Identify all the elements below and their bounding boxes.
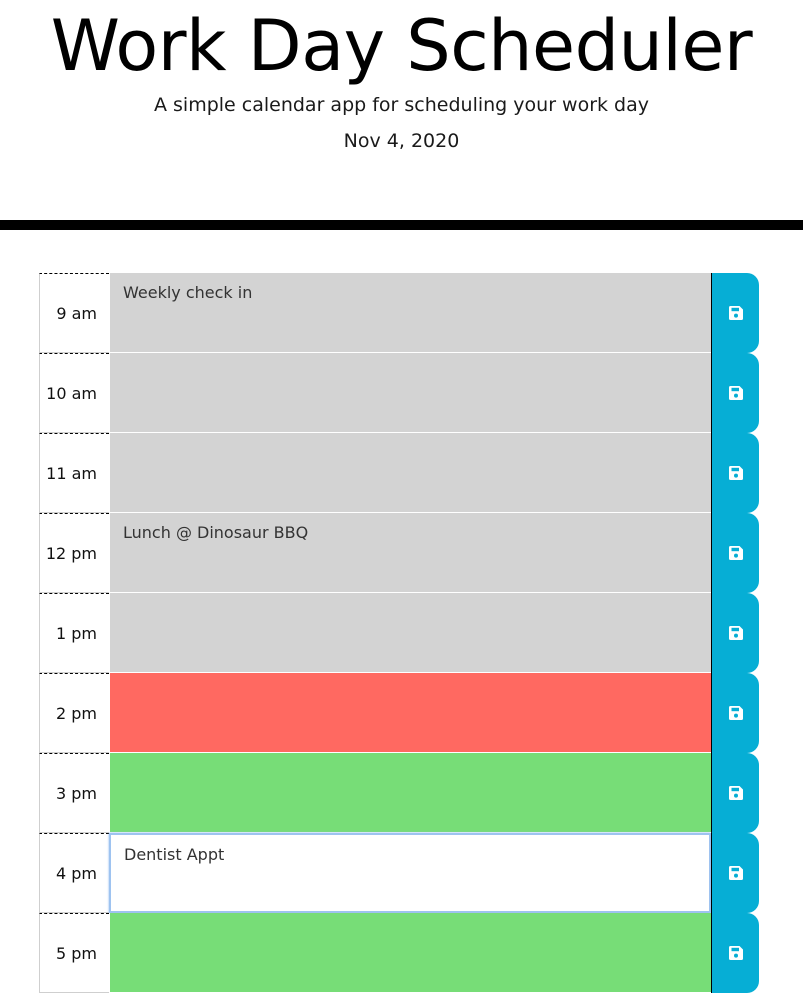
floppy-disk-icon — [728, 946, 743, 960]
save-button[interactable] — [711, 833, 759, 913]
time-block: 10 am — [39, 353, 759, 433]
hour-label: 4 pm — [39, 833, 109, 913]
time-block: 1 pm — [39, 593, 759, 673]
floppy-disk-icon — [728, 786, 743, 800]
time-block: 2 pm — [39, 673, 759, 753]
save-button[interactable] — [711, 513, 759, 593]
floppy-disk-icon — [728, 306, 743, 320]
hour-label: 11 am — [39, 433, 109, 513]
hour-label: 10 am — [39, 353, 109, 433]
event-description[interactable]: Weekly check in — [109, 273, 711, 353]
time-block: 11 am — [39, 433, 759, 513]
time-block: 3 pm — [39, 753, 759, 833]
floppy-disk-icon — [728, 386, 743, 400]
floppy-disk-icon — [728, 866, 743, 880]
header: Work Day Scheduler A simple calendar app… — [0, 0, 803, 230]
save-button[interactable] — [711, 273, 759, 353]
page-title: Work Day Scheduler — [50, 5, 753, 87]
event-description[interactable] — [109, 913, 711, 993]
floppy-disk-icon — [728, 706, 743, 720]
current-date: Nov 4, 2020 — [343, 130, 460, 152]
hour-label: 2 pm — [39, 673, 109, 753]
hour-label: 5 pm — [39, 913, 109, 993]
save-button[interactable] — [711, 753, 759, 833]
time-block: 9 am Weekly check in — [39, 273, 759, 353]
event-description[interactable] — [109, 673, 711, 753]
event-description[interactable]: Dentist Appt — [109, 833, 711, 913]
time-block: 5 pm — [39, 913, 759, 993]
hour-label: 1 pm — [39, 593, 109, 673]
save-button[interactable] — [711, 913, 759, 993]
hour-label: 3 pm — [39, 753, 109, 833]
save-button[interactable] — [711, 433, 759, 513]
floppy-disk-icon — [728, 546, 743, 560]
page-subtitle: A simple calendar app for scheduling you… — [153, 94, 650, 116]
save-button[interactable] — [711, 673, 759, 753]
hour-label: 12 pm — [39, 513, 109, 593]
scheduler: 9 am Weekly check in 10 am 11 am 12 pm L… — [39, 273, 759, 993]
hour-label: 9 am — [39, 273, 109, 353]
save-button[interactable] — [711, 593, 759, 673]
event-description[interactable] — [109, 353, 711, 433]
save-button[interactable] — [711, 353, 759, 433]
event-description[interactable] — [109, 753, 711, 833]
event-description[interactable]: Lunch @ Dinosaur BBQ — [109, 513, 711, 593]
time-block: 4 pm Dentist Appt — [39, 833, 759, 913]
event-description[interactable] — [109, 593, 711, 673]
time-block: 12 pm Lunch @ Dinosaur BBQ — [39, 513, 759, 593]
event-description[interactable] — [109, 433, 711, 513]
floppy-disk-icon — [728, 466, 743, 480]
floppy-disk-icon — [728, 626, 743, 640]
